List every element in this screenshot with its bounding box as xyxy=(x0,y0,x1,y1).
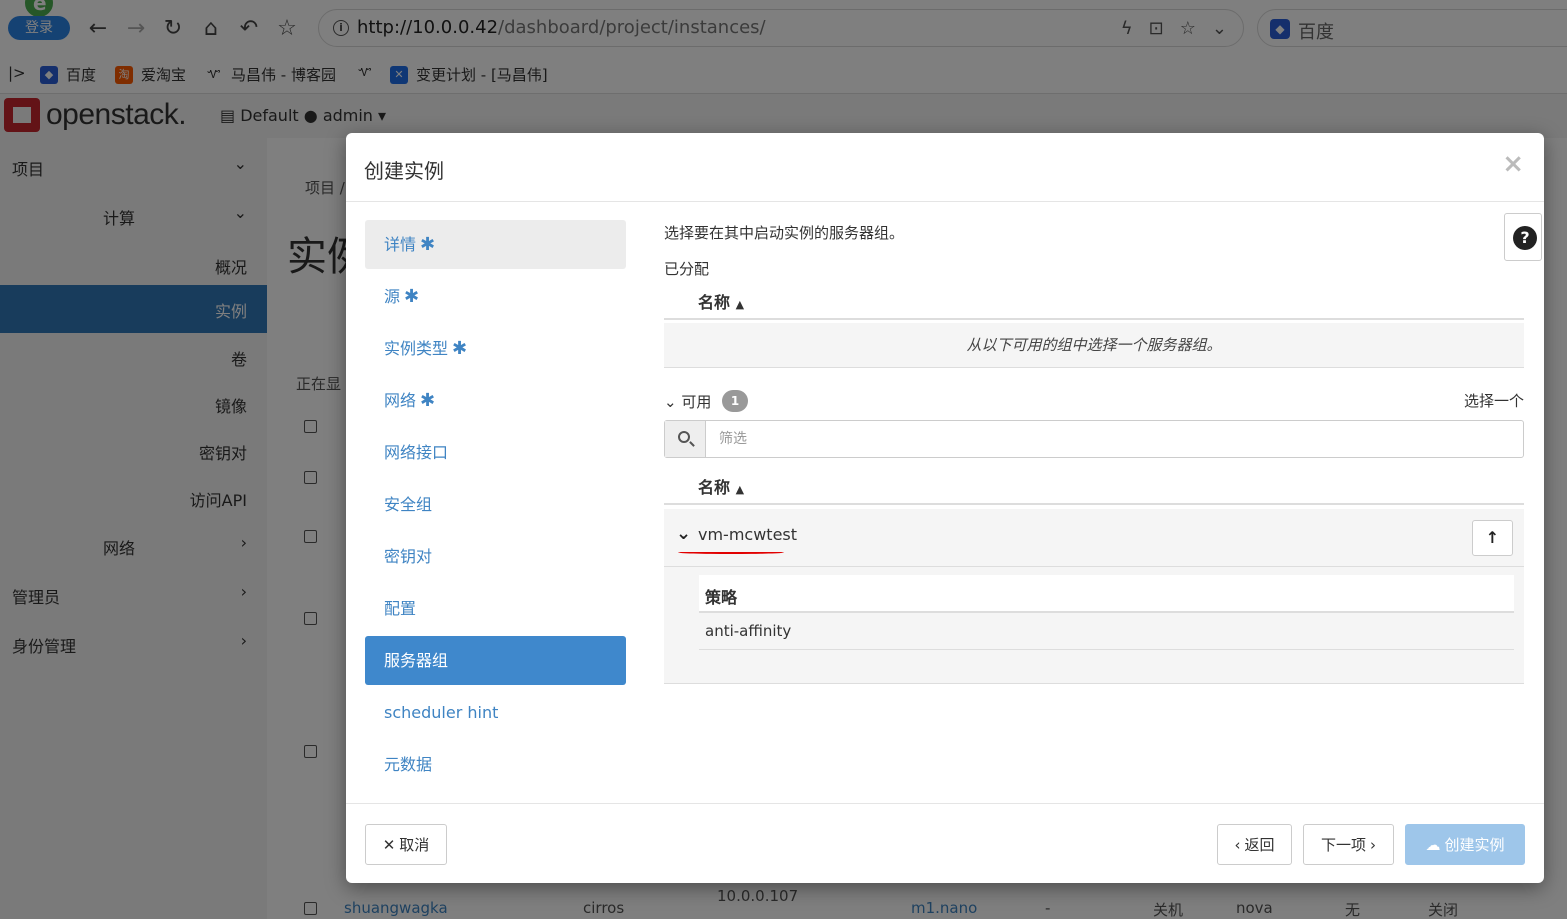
sort-asc-icon: ▲ xyxy=(735,298,745,311)
step-source[interactable]: 源 ✱ xyxy=(365,272,626,321)
step-network[interactable]: 网络 ✱ xyxy=(365,376,626,425)
panel-description: 选择要在其中启动实例的服务器组。 xyxy=(664,224,905,242)
modal-title: 创建实例 xyxy=(364,159,444,183)
step-details[interactable]: 详情 ✱ xyxy=(365,220,626,269)
step-server-groups[interactable]: 服务器组 xyxy=(365,636,626,685)
filter-box xyxy=(664,420,1524,458)
allocated-empty-message: 从以下可用的组中选择一个服务器组。 xyxy=(664,323,1524,368)
required-asterisk-icon: ✱ xyxy=(420,390,436,411)
modal-footer: ✕ 取消 ‹ 返回 下一项 › ☁ 创建实例 xyxy=(346,803,1544,883)
select-one-text: 选择一个 xyxy=(1463,392,1524,410)
step-configuration[interactable]: 配置 xyxy=(365,584,626,633)
cloud-upload-icon: ☁ xyxy=(1425,835,1441,854)
available-section-header: ⌄ 可用 1 选择一个 xyxy=(664,388,1524,416)
available-toggle[interactable]: ⌄ 可用 xyxy=(664,391,711,412)
cancel-button[interactable]: ✕ 取消 xyxy=(365,824,447,865)
help-button[interactable]: ? xyxy=(1504,213,1542,261)
wizard-steps: 详情 ✱ 源 ✱ 实例类型 ✱ 网络 ✱ 网络接口 安全组 密钥对 配置 服务器组 sc… xyxy=(365,220,626,792)
step-network-ports[interactable]: 网络接口 xyxy=(365,428,626,477)
server-group-details: 策略 anti-affinity xyxy=(664,567,1524,684)
name-column-header[interactable]: 名称 ▲ xyxy=(698,289,744,313)
policy-row: anti-affinity xyxy=(699,613,1514,650)
required-asterisk-icon: ✱ xyxy=(404,286,420,307)
available-table-header: 名称 ▲ xyxy=(664,465,1524,505)
filter-input[interactable] xyxy=(707,421,1522,457)
create-instance-button[interactable]: ☁ 创建实例 xyxy=(1405,824,1525,865)
step-flavor[interactable]: 实例类型 ✱ xyxy=(365,324,626,373)
chevron-down-icon[interactable]: ⌄ xyxy=(676,523,691,544)
modal-header: 创建实例 × xyxy=(346,133,1544,202)
allocated-label: 已分配 xyxy=(664,260,710,278)
question-icon: ? xyxy=(1513,226,1537,250)
step-keypair[interactable]: 密钥对 xyxy=(365,532,626,581)
required-asterisk-icon: ✱ xyxy=(420,234,436,255)
policy-header: 策略 xyxy=(699,575,1514,613)
required-asterisk-icon: ✱ xyxy=(452,338,468,359)
step-metadata[interactable]: 元数据 xyxy=(365,740,626,789)
red-underline-annotation xyxy=(678,551,784,554)
server-group-row[interactable]: ⌄ vm-mcwtest ↑ xyxy=(664,509,1524,567)
search-icon xyxy=(665,421,706,457)
step-security-groups[interactable]: 安全组 xyxy=(365,480,626,529)
allocated-table-header: 名称 ▲ xyxy=(664,280,1524,320)
available-count-badge: 1 xyxy=(722,390,748,412)
sort-asc-icon: ▲ xyxy=(735,483,745,496)
close-icon: ✕ xyxy=(382,835,396,854)
next-button[interactable]: 下一项 › xyxy=(1303,824,1394,865)
back-button[interactable]: ‹ 返回 xyxy=(1217,824,1292,865)
step-scheduler-hint[interactable]: scheduler hint xyxy=(365,688,626,737)
name-column-header[interactable]: 名称 ▲ xyxy=(698,474,744,498)
chevron-left-icon: ‹ xyxy=(1234,835,1241,854)
allocate-button[interactable]: ↑ xyxy=(1472,520,1513,556)
chevron-right-icon: › xyxy=(1370,835,1376,854)
close-icon[interactable]: × xyxy=(1502,149,1524,179)
create-instance-modal: 创建实例 × 详情 ✱ 源 ✱ 实例类型 ✱ 网络 ✱ 网络接口 安全组 密钥对 配置 … xyxy=(346,133,1544,883)
server-group-name: vm-mcwtest xyxy=(698,525,798,544)
